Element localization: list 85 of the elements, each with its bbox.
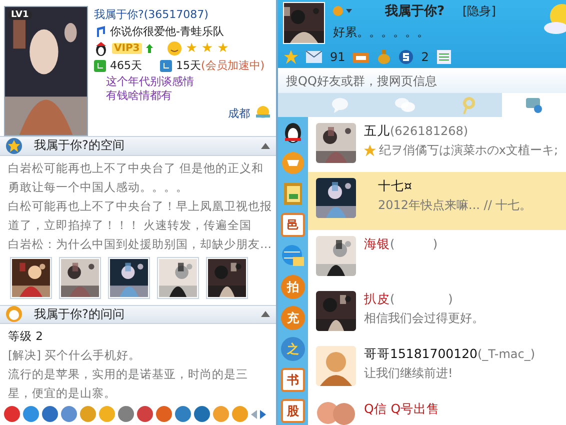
grade-text: 等级 2 xyxy=(8,328,44,345)
contact-name: 扒皮 xyxy=(364,291,390,306)
app-icon[interactable] xyxy=(232,406,248,422)
app-icon[interactable] xyxy=(23,406,39,422)
arrow-up-icon xyxy=(146,44,153,53)
recent-chats-icon xyxy=(524,97,543,113)
s-icon[interactable] xyxy=(399,50,414,64)
section-header[interactable]: 我属于你?的问问 xyxy=(0,304,276,324)
mood-text[interactable]: 好累。。。。。。 xyxy=(333,24,429,41)
star-icon: ★ xyxy=(186,41,198,56)
question-text[interactable]: [解决] 买个什么手机好。 xyxy=(8,346,268,365)
star-icon[interactable] xyxy=(284,50,298,64)
contact-name: 十七¤ xyxy=(378,178,412,193)
profile-name: 我属于你?(36517087) xyxy=(94,7,210,22)
online-days: 465天 xyxy=(110,58,142,73)
status-icon[interactable] xyxy=(333,6,353,16)
section-title: 我属于你?的问问 xyxy=(34,306,126,323)
sidebar-icon[interactable]: 邑 xyxy=(281,213,305,237)
app-icon[interactable] xyxy=(42,406,58,422)
contact-signature: 2012年快点来嘛... // 十七。 xyxy=(378,197,532,214)
ticket-icon[interactable] xyxy=(353,51,370,63)
penguin-icon[interactable] xyxy=(282,120,304,144)
app-icon[interactable] xyxy=(156,406,172,422)
collapse-icon[interactable] xyxy=(261,142,270,149)
cart-icon[interactable] xyxy=(281,151,305,175)
contact-name: 哥哥15181700120 xyxy=(364,346,478,361)
answer-text: 流行的是苹果，实用的是诺基亚，时尚的是三星，便宜的是山寨。 xyxy=(8,366,249,402)
star-icon: ★ xyxy=(201,41,214,56)
feed-text: 白岩松可能再也上不了中央台了 但是他的正义和 xyxy=(8,160,265,176)
sidebar-icon[interactable]: 股 xyxy=(281,399,305,423)
app-icon[interactable] xyxy=(213,406,229,422)
mail-icon[interactable] xyxy=(306,51,322,63)
app-icon[interactable] xyxy=(4,406,20,422)
left-arrow-icon[interactable] xyxy=(251,410,257,418)
star-icon: ★ xyxy=(217,41,229,56)
penguin-icon xyxy=(94,42,108,56)
account-name: 我属于你? xyxy=(385,3,445,20)
vip-badge: VIP3 xyxy=(112,43,142,54)
sidebar-icon[interactable]: 书 xyxy=(281,368,305,392)
section-title: 我属于你?的空间 xyxy=(34,137,126,154)
member-days: 15天(会员加速中) xyxy=(176,58,265,73)
s-count: 2 xyxy=(421,50,429,64)
status-text[interactable]: [隐身] xyxy=(462,2,496,20)
app-icon[interactable] xyxy=(118,406,134,422)
feed-text: 勇敢让每一个中国人感动。。。。 xyxy=(8,178,189,196)
app-icon[interactable] xyxy=(137,406,153,422)
collapse-icon[interactable] xyxy=(261,311,270,318)
contact-nickname: (_T-mac_) xyxy=(477,347,536,361)
city-name[interactable]: 成都 xyxy=(228,106,250,120)
smiley-icon xyxy=(166,41,182,56)
note-icon[interactable] xyxy=(436,50,451,64)
level-badge: LV1 xyxy=(8,10,32,20)
tab[interactable] xyxy=(502,93,566,117)
contact-signature: 让我们继续前进! xyxy=(364,365,453,382)
contact-signature: 纪ヲ俏僪丂は演菜ホのx文植ーキ; xyxy=(378,142,558,159)
weather-icon xyxy=(254,105,272,121)
song-title: 你说你很爱他-青蛙乐队 xyxy=(110,24,224,39)
mail-count: 91 xyxy=(330,50,346,64)
contact-nickname: (626181268) xyxy=(390,124,468,138)
contact-name: 海银 xyxy=(364,236,390,251)
speech-bubbles-icon xyxy=(394,97,416,113)
app-icon[interactable] xyxy=(194,406,210,422)
mood-text: 这个年代别谈感情 有钱啥情都有 xyxy=(105,75,195,103)
pin-icon xyxy=(461,96,478,114)
avatar-icon xyxy=(316,346,356,386)
clock-icon xyxy=(94,60,106,72)
address-book-icon[interactable] xyxy=(282,182,304,206)
app-icon[interactable] xyxy=(80,406,96,422)
right-arrow-icon[interactable] xyxy=(260,410,266,418)
speech-bubble-icon xyxy=(331,97,350,113)
contact-name: Q信 Q号出售 xyxy=(364,401,440,416)
globe-icon[interactable] xyxy=(281,244,305,268)
contact-nickname: ( ) xyxy=(390,237,438,251)
clock-icon xyxy=(160,60,172,72)
feed-text: 白岩松：为什么中国到处援助别国，却缺少朋友… xyxy=(8,236,268,252)
star-icon xyxy=(6,138,22,154)
contact-signature: 相信我们会过得更好。 xyxy=(364,310,484,327)
music-note-icon xyxy=(94,26,106,38)
contact-item[interactable]: 十七¤ 2012年快点来嘛... // 十七。 xyxy=(308,172,566,230)
contact-name: 五儿 xyxy=(364,123,390,138)
app-icon[interactable] xyxy=(61,406,77,422)
section-header[interactable]: 我属于你?的空间 xyxy=(0,136,276,156)
feed-text: 道了，立即掐掉了！！！ 火速转发，传遍全国 xyxy=(8,216,253,234)
contact-nickname: ( ) xyxy=(390,292,453,306)
app-icon[interactable] xyxy=(175,406,191,422)
